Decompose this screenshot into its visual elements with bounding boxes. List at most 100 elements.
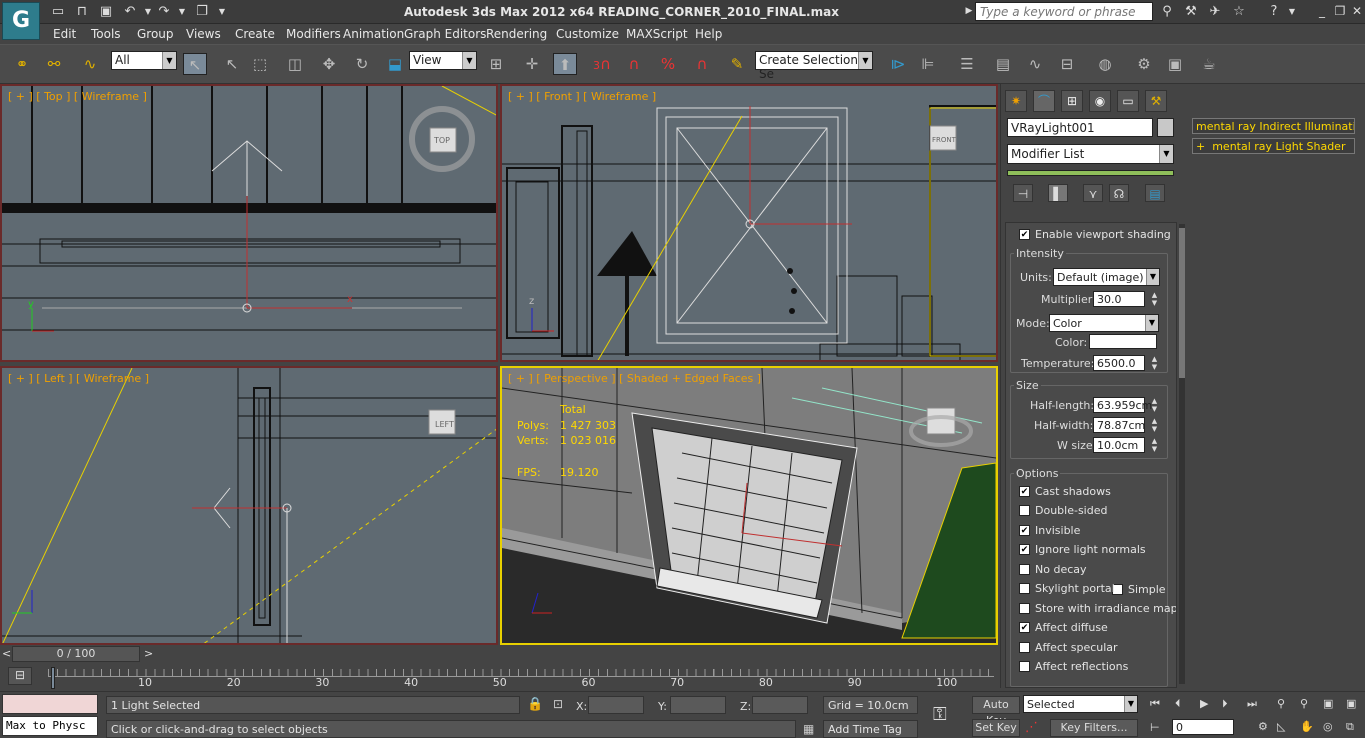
mini-curve-editor-icon[interactable]: ⊟ (8, 667, 32, 685)
viewport-front[interactable]: [ + ] [ Front ] [ Wireframe ] FRONT z (500, 84, 998, 362)
schematic-view-icon[interactable]: ⊟ (1055, 53, 1079, 75)
display-tab-icon[interactable]: ▭ (1117, 90, 1139, 112)
enable-viewport-shading-checkbox[interactable]: ✔ (1019, 229, 1030, 240)
viewcube-left-label[interactable]: LEFT (435, 420, 454, 429)
layer-manager-icon[interactable]: ☰ (955, 53, 979, 75)
binoculars-icon[interactable]: ⚲ (1159, 4, 1175, 19)
edit-named-selection-icon[interactable]: ✎ (725, 53, 749, 75)
option-checkbox[interactable]: ✔ (1019, 622, 1030, 633)
app-logo-icon[interactable]: G (2, 2, 40, 40)
percent-snap-icon[interactable]: % (656, 53, 680, 75)
set-key-button[interactable]: Set Key (972, 719, 1020, 737)
viewport-left[interactable]: [ + ] [ Left ] [ Wireframe ] LEFT (0, 366, 498, 645)
mode-select[interactable]: Color ▼ (1049, 314, 1159, 332)
go-to-end-icon[interactable]: ⏭ (1247, 697, 1257, 711)
viewport-top-label[interactable]: [ + ] [ Top ] [ Wireframe ] (8, 90, 147, 103)
menu-edit[interactable]: Edit (53, 27, 76, 41)
scrollbar-thumb[interactable] (1179, 228, 1185, 378)
open-file-icon[interactable]: ⊓ (74, 4, 90, 19)
orbit-icon[interactable]: ◎ (1323, 720, 1333, 733)
redo-icon[interactable]: ↷ (156, 4, 172, 19)
close-button[interactable]: ✕ (1350, 4, 1364, 18)
viewport-left-label[interactable]: [ + ] [ Left ] [ Wireframe ] (8, 372, 149, 385)
command-panel-scrollbar[interactable] (1179, 224, 1185, 684)
play-icon[interactable]: ▶ (1200, 697, 1208, 710)
current-frame-spinner[interactable]: 0 (1172, 719, 1234, 735)
auto-key-button[interactable]: Auto Key (972, 696, 1020, 727)
show-end-result-icon[interactable]: ▌ (1048, 184, 1068, 202)
menu-views[interactable]: Views (186, 27, 221, 41)
reference-coordinate-select[interactable]: View ▼ (409, 51, 477, 70)
menu-maxscript[interactable]: MAXScript (626, 27, 688, 41)
create-tab-icon[interactable]: ✷ (1005, 90, 1027, 112)
menu-customize[interactable]: Customize (556, 27, 619, 41)
mental-ray-indirect-illumination-button[interactable]: mental ray Indirect Illumination (1192, 118, 1355, 134)
next-frame-icon[interactable]: > (144, 647, 153, 660)
key-mode-select[interactable]: Selected ▼ (1023, 695, 1138, 713)
time-slider[interactable]: 0 / 100 (12, 646, 140, 662)
option-checkbox[interactable]: ✔ (1019, 486, 1030, 497)
spinner-arrows-icon[interactable]: ▲ ▼ (1150, 291, 1159, 307)
half-length-spinner[interactable]: 63.959cm (1093, 397, 1152, 413)
undo-dropdown-icon[interactable]: ▼ (140, 4, 156, 19)
y-coordinate-field[interactable] (670, 696, 726, 714)
project-folder-icon[interactable]: ❐ (194, 4, 210, 19)
make-unique-icon[interactable]: ⋎ (1083, 184, 1103, 202)
next-key-icon[interactable]: ⏵ (1222, 697, 1228, 711)
select-move-icon[interactable]: ✥ (317, 53, 341, 75)
pivot-center-icon[interactable]: ⊞ (484, 53, 508, 75)
previous-key-icon[interactable]: ⏴ (1175, 697, 1181, 711)
viewcube-top-label[interactable]: TOP (434, 136, 450, 145)
material-editor-icon[interactable]: ◍ (1093, 53, 1117, 75)
new-file-icon[interactable]: ▭ (50, 4, 66, 19)
spinner-arrows-icon[interactable]: ▲ ▼ (1150, 355, 1159, 371)
search-input[interactable]: Type a keyword or phrase (975, 2, 1153, 21)
graphite-modeling-icon[interactable]: ▤ (991, 53, 1015, 75)
utilities-tab-icon[interactable]: ⚒ (1145, 90, 1167, 112)
option-checkbox[interactable]: ✔ (1019, 544, 1030, 555)
selection-lock-icon[interactable]: 🔒 (527, 697, 543, 712)
previous-frame-icon[interactable]: < (2, 647, 11, 660)
menu-tools[interactable]: Tools (91, 27, 121, 41)
spinner-arrows-icon[interactable]: ▲ ▼ (1150, 417, 1159, 433)
mental-ray-light-shader-button[interactable]: + mental ray Light Shader (1192, 138, 1355, 154)
menu-graph-editors[interactable]: Graph Editors (404, 27, 486, 41)
minimize-button[interactable]: _ (1315, 4, 1329, 18)
zoom-icon[interactable]: ⚲ (1277, 697, 1285, 710)
bind-space-warp-icon[interactable]: ∿ (78, 53, 102, 75)
modify-tab-icon[interactable]: ⌒ (1033, 90, 1055, 112)
modifier-stack[interactable] (1007, 170, 1174, 176)
manipulate-icon[interactable]: ✛ (520, 53, 544, 75)
zoom-all-icon[interactable]: ⚲ (1300, 697, 1308, 710)
time-tag-icon[interactable]: ▦ (803, 722, 814, 736)
time-marker[interactable] (51, 667, 55, 689)
absolute-mode-icon[interactable]: ⊡ (553, 697, 563, 711)
zoom-extents-icon[interactable]: ▣ (1323, 697, 1333, 710)
key-filters-button[interactable]: Key Filters... (1050, 719, 1138, 737)
named-selection-set-select[interactable]: Create Selection Se ▼ (755, 51, 873, 81)
viewport-top[interactable]: [ + ] [ Top ] [ Wireframe ] TOP x y (0, 84, 498, 362)
favorites-icon[interactable]: ☆ (1231, 4, 1247, 19)
object-name-field[interactable]: VRayLight001 (1007, 118, 1153, 137)
listener-mini-pink[interactable] (2, 694, 98, 714)
menu-rendering[interactable]: Rendering (486, 27, 547, 41)
help-icon[interactable]: ? (1266, 4, 1282, 19)
key-mode-toggle-icon[interactable]: ⊢ (1150, 721, 1160, 734)
rendered-frame-window-icon[interactable]: ▣ (1163, 53, 1187, 75)
viewport-perspective-label[interactable]: [ + ] [ Perspective ] [ Shaded + Edged F… (508, 372, 761, 385)
option-checkbox[interactable] (1019, 564, 1030, 575)
unlink-icon[interactable]: ⚯ (42, 53, 66, 75)
select-scale-icon[interactable]: ⬓ (383, 53, 407, 75)
track-bar[interactable]: ⊟ 10 20 30 40 50 60 70 80 90 100 (0, 665, 1000, 691)
object-color-swatch[interactable] (1157, 118, 1174, 137)
angle-snap-icon[interactable]: ∩ (622, 53, 646, 75)
communication-icon[interactable]: ✈ (1207, 4, 1223, 19)
maxscript-listener-input[interactable]: Max to Physc (2, 716, 98, 736)
spinner-arrows-icon[interactable]: ▲ ▼ (1150, 397, 1159, 413)
option-checkbox[interactable] (1019, 661, 1030, 672)
menu-group[interactable]: Group (137, 27, 174, 41)
maximize-viewport-icon[interactable]: ⧉ (1346, 720, 1354, 734)
spinner-snap-icon[interactable]: ∩ (690, 53, 714, 75)
menu-create[interactable]: Create (235, 27, 275, 41)
units-select[interactable]: Default (image) ▼ (1053, 268, 1160, 286)
